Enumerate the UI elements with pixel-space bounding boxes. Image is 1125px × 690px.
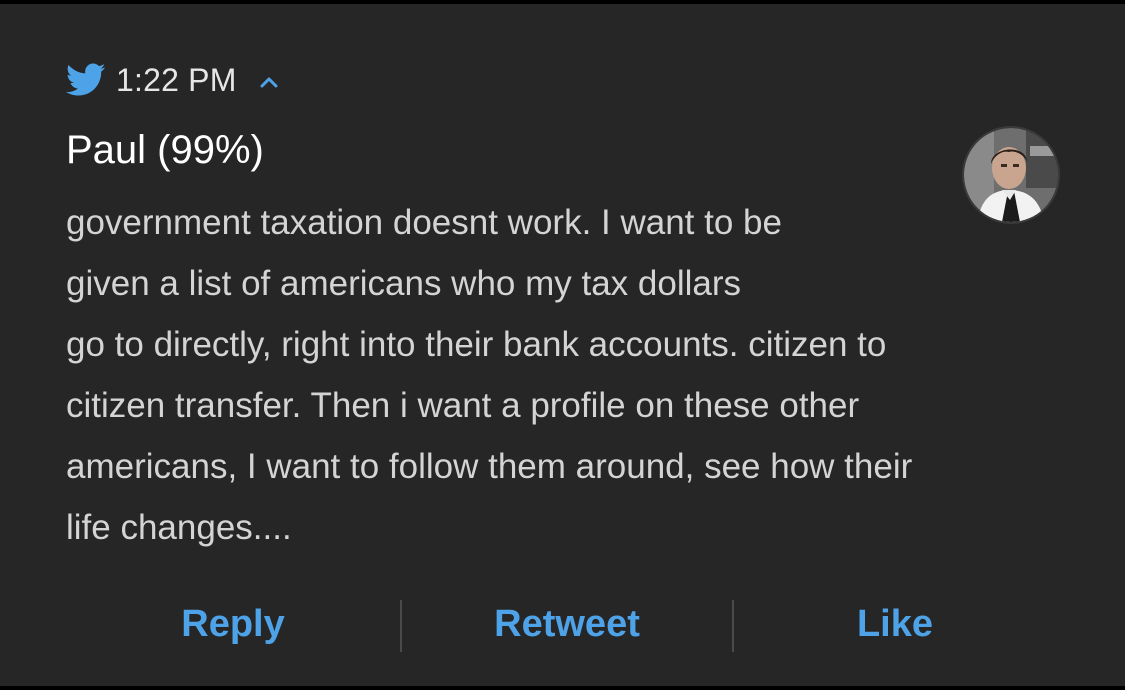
retweet-button[interactable]: Retweet bbox=[402, 594, 732, 654]
twitter-bird-icon bbox=[66, 63, 106, 97]
notification-card[interactable]: 1:22 PM Paul (99%) government taxation d… bbox=[0, 4, 1125, 686]
body-line: go to directly, right into their bank ac… bbox=[66, 325, 887, 364]
author-name: Paul (99%) bbox=[66, 128, 264, 172]
chevron-up-icon[interactable] bbox=[257, 73, 281, 91]
reply-button[interactable]: Reply bbox=[66, 594, 400, 654]
like-button[interactable]: Like bbox=[734, 594, 1056, 654]
notification-header: 1:22 PM bbox=[66, 60, 281, 100]
body-line: life changes.... bbox=[66, 508, 292, 547]
body-line: given a list of americans who my tax dol… bbox=[66, 264, 741, 303]
body-line: citizen transfer. Then i want a profile … bbox=[66, 386, 860, 425]
notification-actions: Reply Retweet Like bbox=[66, 594, 1056, 654]
body-line: government taxation doesnt work. I want … bbox=[66, 203, 782, 242]
notification-body: government taxation doesnt work. I want … bbox=[66, 192, 1056, 558]
notification-time: 1:22 PM bbox=[116, 61, 237, 98]
body-line: americans, I want to follow them around,… bbox=[66, 447, 913, 486]
